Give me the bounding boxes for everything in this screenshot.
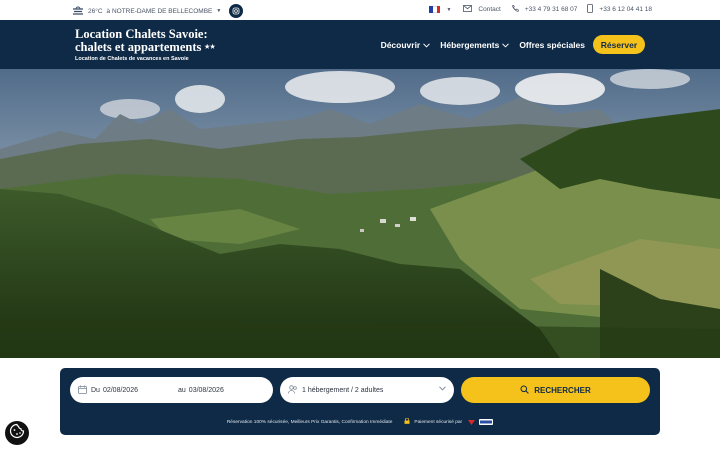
mobile-icon	[587, 4, 594, 15]
people-icon	[288, 384, 298, 396]
top-bar: 26°C à NOTRE-DAME DE BELLECOMBE ▼ ▼ Cont…	[0, 0, 720, 20]
temperature: 26°C	[88, 7, 103, 15]
reassurance-text: Réservation 100% sécurisée, Meilleurs Pr…	[226, 419, 393, 425]
weather-widget: 26°C à NOTRE-DAME DE BELLECOMBE ▼	[72, 4, 244, 18]
reserve-button[interactable]: Réserver	[593, 35, 645, 54]
nav-label: Offres spéciales	[519, 40, 585, 50]
contact-link[interactable]: Contact	[478, 6, 500, 13]
date-from-prefix: Du	[91, 386, 100, 394]
calendar-icon	[78, 385, 87, 396]
main-header: Location Chalets Savoie: chalets et appa…	[0, 20, 720, 69]
phone-link-1[interactable]: +33 4 79 31 68 07	[525, 6, 578, 13]
rating-stars: ★★	[204, 44, 216, 51]
guests-value: 1 hébergement / 2 adultes	[302, 386, 384, 394]
chevron-down-icon	[439, 386, 446, 393]
nav-item-hebergements[interactable]: Hébergements	[440, 40, 510, 50]
booking-reassurance: Réservation 100% sécurisée, Meilleurs Pr…	[60, 417, 660, 426]
lock-icon	[404, 417, 410, 426]
nav-item-offres[interactable]: Offres spéciales	[519, 40, 585, 50]
cookie-icon	[9, 423, 25, 444]
payment-label: Paiement sécurisé par	[414, 419, 463, 425]
main-nav: Découvrir Hébergements Offres spéciales	[381, 40, 585, 50]
phone-icon	[511, 3, 519, 15]
date-to-prefix: au	[178, 386, 186, 394]
site-subtitle: Location de Chalets de vacances en Savoi…	[75, 55, 189, 62]
guests-select[interactable]: 1 hébergement / 2 adultes	[280, 377, 454, 403]
chevron-down-icon	[423, 42, 431, 48]
language-chevron-icon[interactable]: ▼	[446, 7, 451, 13]
chevron-down-icon	[502, 42, 510, 48]
date-to-value[interactable]: 03/08/2026	[189, 387, 224, 394]
mail-icon[interactable]	[463, 5, 473, 14]
chevron-down-icon[interactable]: ▼	[216, 8, 221, 14]
location-select[interactable]: à NOTRE-DAME DE BELLECOMBE	[107, 8, 213, 15]
nav-label: Hébergements	[440, 40, 500, 50]
phone-link-2[interactable]: +33 6 12 04 41 18	[599, 6, 652, 13]
date-from-value[interactable]: 02/08/2026	[103, 387, 138, 394]
search-button[interactable]: RECHERCHER	[461, 377, 650, 403]
payment-provider-logo	[468, 419, 494, 425]
site-title-line2: chalets et appartements	[75, 40, 202, 54]
date-range-field[interactable]: Du 02/08/2026 au 03/08/2026	[70, 377, 273, 403]
search-label: RECHERCHER	[534, 385, 591, 395]
nav-label: Découvrir	[380, 40, 421, 50]
hero-image	[0, 69, 720, 358]
booking-search-panel: Du 02/08/2026 au 03/08/2026 1 hébergemen…	[60, 368, 660, 435]
site-logo[interactable]: Location Chalets Savoie: chalets et appa…	[75, 28, 215, 62]
weather-icon	[72, 6, 84, 17]
instagram-icon[interactable]	[229, 4, 244, 18]
flag-fr-icon[interactable]	[429, 6, 441, 13]
search-icon	[520, 385, 530, 396]
cookie-settings-button[interactable]	[5, 421, 29, 445]
nav-item-decouvrir[interactable]: Découvrir	[381, 40, 431, 50]
